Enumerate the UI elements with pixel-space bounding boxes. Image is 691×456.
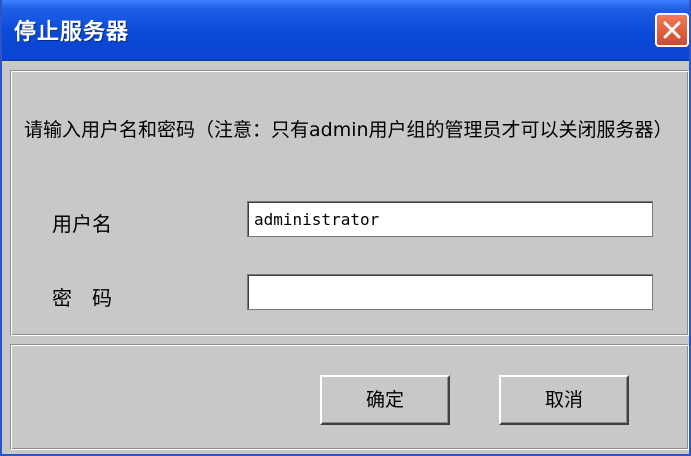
- password-label: 密 码: [52, 286, 112, 310]
- username-label: 用户名: [52, 212, 112, 236]
- stop-server-dialog: 停止服务器 请输入用户名和密码（注意：只有admin用户组的管理员才可以关闭服务…: [0, 0, 691, 456]
- instruction-text: 请输入用户名和密码（注意：只有admin用户组的管理员才可以关闭服务器）: [24, 119, 673, 141]
- password-input[interactable]: [247, 274, 653, 310]
- cancel-button[interactable]: 取消: [499, 375, 629, 425]
- window-title: 停止服务器: [14, 20, 130, 45]
- ok-button[interactable]: 确定: [320, 375, 450, 425]
- title-bar[interactable]: 停止服务器: [2, 0, 689, 61]
- close-button[interactable]: [655, 13, 689, 47]
- close-icon: [663, 21, 681, 39]
- username-input[interactable]: [247, 201, 653, 237]
